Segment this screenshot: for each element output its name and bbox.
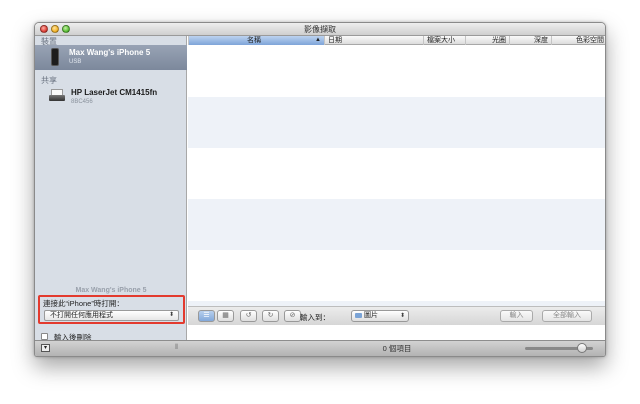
file-list[interactable]: 名稱 ▲ 日期 檔案大小 光圈 深度 色彩空間 [188, 36, 605, 306]
device-name: Max Wang's iPhone 5 [69, 48, 151, 57]
column-depth[interactable]: 深度 [509, 36, 551, 45]
eject-icon[interactable]: ▾ [41, 344, 50, 352]
connect-app-select[interactable]: 不打開任何應用程式 ⬍ [44, 310, 179, 321]
table-row [188, 97, 605, 148]
title-bar: 影像擷取 [35, 23, 605, 36]
printer-icon [49, 89, 65, 102]
column-color-space[interactable]: 色彩空間 [551, 36, 605, 45]
folder-icon [355, 312, 362, 318]
connect-label: 連接此“iPhone”時打開： [43, 299, 124, 308]
device-connection: USB [69, 59, 82, 65]
select-arrows-icon: ⬍ [168, 312, 174, 318]
delete-button[interactable]: ⊘ [284, 310, 301, 322]
table-header: 名稱 ▲ 日期 檔案大小 光圈 深度 色彩空間 [188, 36, 605, 45]
import-destination-select[interactable]: 圖片 ⬍ [351, 310, 409, 322]
rotate-right-button[interactable]: ↻ [262, 310, 279, 322]
column-date[interactable]: 日期 [324, 36, 423, 45]
column-name[interactable]: 名稱 ▲ [188, 36, 324, 45]
slider-knob[interactable] [577, 343, 587, 353]
iphone-icon [51, 48, 59, 66]
delete-after-import-checkbox[interactable] [41, 333, 48, 340]
sort-up-icon: ▲ [315, 37, 321, 43]
connect-app-value: 不打開任何應用程式 [50, 312, 113, 319]
column-aperture[interactable]: 光圈 [465, 36, 509, 45]
window-title: 影像擷取 [304, 25, 336, 34]
status-bar: ▾ ⦀ 0 個項目 [35, 340, 605, 356]
shared-heading: 共享 [41, 76, 57, 85]
table-row [188, 199, 605, 250]
selected-device-label: Max Wang's iPhone 5 [75, 287, 147, 294]
printer-name: HP LaserJet CM1415fn [71, 88, 158, 97]
import-button[interactable]: 輸入 [500, 310, 533, 322]
sidebar: 裝置 Max Wang's iPhone 5 USB 共享 HP LaserJe… [35, 36, 187, 342]
import-all-button[interactable]: 全部輸入 [542, 310, 592, 322]
bottom-toolbar: ☰ ▦ ↺ ↻ ⊘ 輸入到： 圖片 ⬍ 輸入 全部輸入 [188, 306, 605, 325]
import-to-label: 輸入到： [300, 313, 330, 322]
resize-handle-icon[interactable]: ⦀ [175, 344, 178, 352]
select-arrows-icon: ⬍ [399, 313, 405, 319]
list-view-button[interactable]: ☰ [198, 310, 215, 322]
image-capture-window: 影像擷取 裝置 Max Wang's iPhone 5 USB 共享 HP La… [34, 22, 606, 357]
sidebar-item-iphone[interactable]: Max Wang's iPhone 5 USB [35, 45, 187, 70]
column-file-size[interactable]: 檔案大小 [423, 36, 465, 45]
rotate-left-button[interactable]: ↺ [240, 310, 257, 322]
connect-action-group: 連接此“iPhone”時打開： 不打開任何應用程式 ⬍ [38, 295, 185, 324]
icon-view-button[interactable]: ▦ [217, 310, 234, 322]
printer-id: 8BC456 [71, 99, 93, 105]
